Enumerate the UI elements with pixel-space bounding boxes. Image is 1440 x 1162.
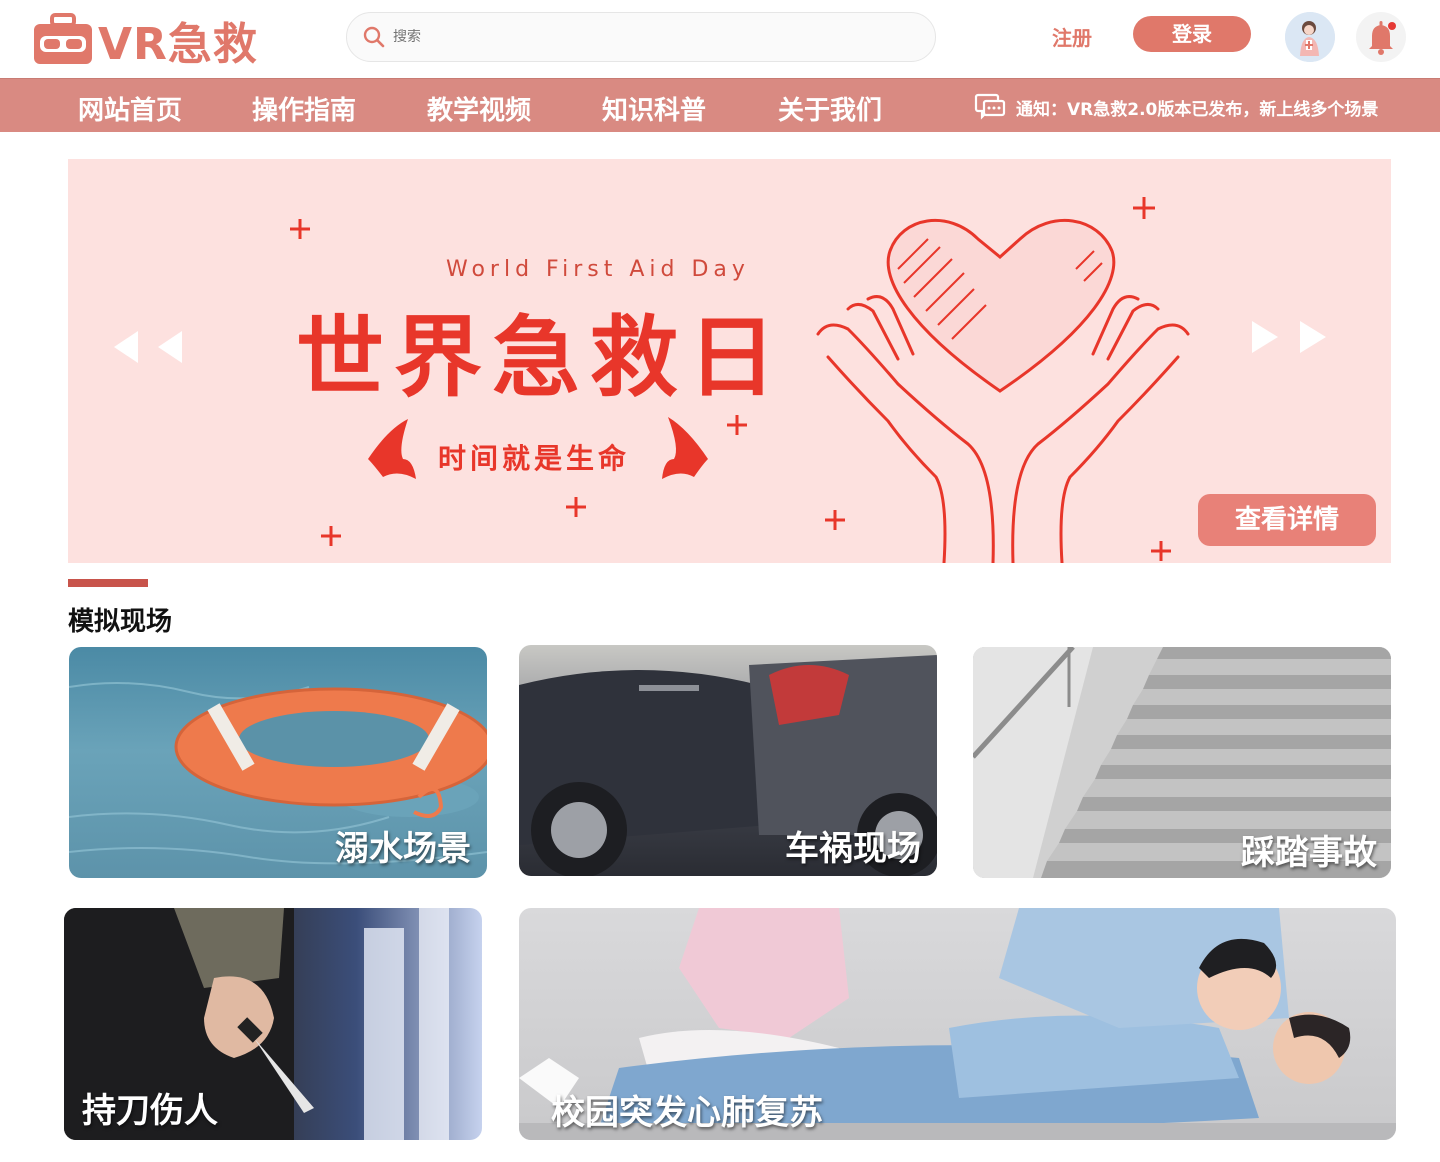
view-details-button[interactable]: 查看详情 [1198, 494, 1376, 546]
notice-text: 通知：VR急救2.0版本已发布，新上线多个场景 [1016, 99, 1379, 120]
avatar-illustration-icon [1285, 12, 1335, 62]
section-title: 模拟现场 [68, 607, 173, 637]
scene-card-drowning[interactable]: 溺水场景 [69, 647, 487, 878]
scene-label-car-accident: 车祸现场 [785, 829, 921, 869]
double-left-arrow-icon [114, 331, 182, 363]
carousel-prev-button[interactable] [108, 327, 188, 371]
double-right-arrow-icon [1252, 321, 1326, 353]
logo-text: VR急救 [98, 19, 258, 70]
logo[interactable]: VR急救 [32, 8, 258, 72]
section-accent-bar [68, 579, 148, 587]
main-nav: 网站首页 操作指南 教学视频 知识科普 关于我们 通知：VR急救2.0版本已发布… [0, 78, 1440, 132]
banner-slogan: 时间就是生命 [438, 442, 631, 475]
carousel-next-button[interactable] [1248, 317, 1332, 361]
scene-card-knife-attack[interactable]: 持刀伤人 [64, 908, 482, 1140]
nav-item-guide[interactable]: 操作指南 [252, 90, 356, 127]
nav-item-knowledge[interactable]: 知识科普 [602, 90, 706, 127]
avatar[interactable] [1285, 12, 1335, 62]
search-icon [363, 26, 385, 48]
register-link[interactable]: 注册 [1052, 22, 1092, 51]
header: VR急救 注册 登录 [0, 0, 1440, 78]
scene-card-stampede[interactable]: 踩踏事故 [973, 647, 1391, 878]
nav-item-home[interactable]: 网站首页 [78, 90, 182, 127]
scene-label-stampede: 踩踏事故 [1241, 833, 1377, 873]
login-button[interactable]: 登录 [1133, 16, 1251, 52]
hero-banner[interactable]: World First Aid Day 世界急救日 时间就是生命 查看详情 [68, 159, 1391, 563]
first-aid-kit-icon [34, 13, 92, 64]
notification-bell[interactable] [1356, 12, 1406, 62]
scene-card-car-accident[interactable]: 车祸现场 [519, 645, 937, 876]
scene-label-campus-cpr: 校园突发心肺复苏 [551, 1093, 823, 1133]
banner-title: 世界急救日 [296, 306, 787, 409]
scene-label-knife-attack: 持刀伤人 [82, 1091, 218, 1131]
search-input[interactable] [393, 29, 893, 45]
scene-label-drowning: 溺水场景 [335, 829, 471, 869]
notice-bar[interactable]: 通知：VR急救2.0版本已发布，新上线多个场景 [974, 93, 1378, 121]
nav-item-videos[interactable]: 教学视频 [427, 90, 531, 127]
nav-item-about[interactable]: 关于我们 [778, 90, 882, 127]
message-icon [974, 93, 1006, 120]
search-box[interactable] [346, 12, 936, 62]
bell-icon [1369, 21, 1396, 55]
scene-card-campus-cpr[interactable]: 校园突发心肺复苏 [519, 908, 1396, 1140]
banner-subtitle: World First Aid Day [446, 257, 750, 282]
